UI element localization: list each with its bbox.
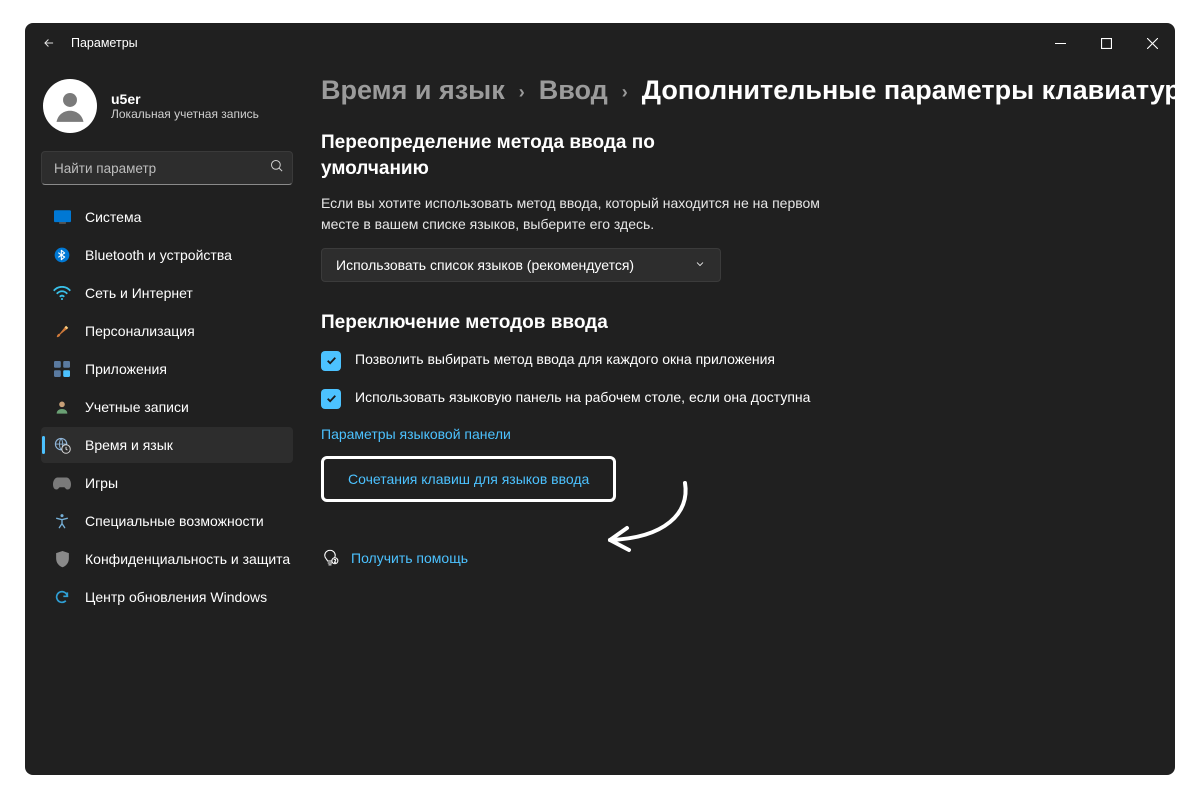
- globe-clock-icon: [53, 436, 71, 454]
- sidebar-item-system[interactable]: Система: [41, 199, 293, 235]
- user-subtitle: Локальная учетная запись: [111, 107, 259, 121]
- sidebar-item-label: Время и язык: [85, 437, 173, 453]
- arrow-left-icon: [42, 36, 56, 50]
- breadcrumb: Время и язык › Ввод › Дополнительные пар…: [321, 75, 1155, 106]
- checkbox-checked-icon[interactable]: [321, 351, 341, 371]
- section-title-override: Переопределение метода ввода по умолчани…: [321, 130, 681, 181]
- search-input[interactable]: [54, 161, 269, 176]
- user-block[interactable]: u5er Локальная учетная запись: [41, 79, 293, 133]
- close-icon: [1147, 38, 1158, 49]
- dropdown-value: Использовать список языков (рекомендуетс…: [336, 257, 634, 273]
- sidebar-item-label: Игры: [85, 475, 118, 491]
- chevron-down-icon: [694, 257, 706, 273]
- get-help-link[interactable]: Получить помощь: [351, 550, 468, 566]
- sidebar-item-label: Учетные записи: [85, 399, 189, 415]
- maximize-button[interactable]: [1083, 23, 1129, 63]
- sidebar-item-label: Приложения: [85, 361, 167, 377]
- update-icon: [53, 588, 71, 606]
- sidebar-item-privacy[interactable]: Конфиденциальность и защита: [41, 541, 293, 577]
- checkbox-label: Использовать языковую панель на рабочем …: [355, 388, 810, 408]
- chevron-right-icon: ›: [622, 82, 628, 103]
- breadcrumb-time-language[interactable]: Время и язык: [321, 75, 505, 106]
- link-hotkeys-highlighted[interactable]: Сочетания клавиш для языков ввода: [321, 456, 616, 502]
- display-icon: [53, 208, 71, 226]
- close-button[interactable]: [1129, 23, 1175, 63]
- avatar: [43, 79, 97, 133]
- chevron-right-icon: ›: [519, 82, 525, 103]
- sidebar-item-label: Персонализация: [85, 323, 195, 339]
- search-icon: [269, 158, 284, 178]
- title-bar: Параметры: [25, 23, 1175, 63]
- sidebar-item-time-language[interactable]: Время и язык: [41, 427, 293, 463]
- input-method-dropdown[interactable]: Использовать список языков (рекомендуетс…: [321, 248, 721, 282]
- get-help-row[interactable]: Получить помощь: [321, 548, 1155, 569]
- person-icon: [53, 398, 71, 416]
- checkbox-label: Позволить выбирать метод ввода для каждо…: [355, 350, 775, 370]
- breadcrumb-input[interactable]: Ввод: [539, 75, 608, 106]
- sidebar-item-personalization[interactable]: Персонализация: [41, 313, 293, 349]
- sidebar-item-label: Система: [85, 209, 141, 225]
- help-icon: [321, 548, 339, 569]
- sidebar-item-network[interactable]: Сеть и Интернет: [41, 275, 293, 311]
- shield-icon: [53, 550, 71, 568]
- user-name: u5er: [111, 91, 259, 107]
- sidebar-item-windows-update[interactable]: Центр обновления Windows: [41, 579, 293, 615]
- sidebar-item-accessibility[interactable]: Специальные возможности: [41, 503, 293, 539]
- sidebar-item-label: Bluetooth и устройства: [85, 247, 232, 263]
- minimize-button[interactable]: [1037, 23, 1083, 63]
- sidebar-item-gaming[interactable]: Игры: [41, 465, 293, 501]
- content-area: Время и язык › Ввод › Дополнительные пар…: [301, 63, 1175, 775]
- link-language-bar-options[interactable]: Параметры языковой панели: [321, 426, 1155, 442]
- window-title: Параметры: [71, 36, 138, 50]
- section-title-switching: Переключение методов ввода: [321, 312, 1155, 334]
- paintbrush-icon: [53, 322, 71, 340]
- sidebar: u5er Локальная учетная запись Система: [25, 63, 301, 775]
- user-icon: [51, 87, 89, 125]
- sidebar-item-label: Центр обновления Windows: [85, 589, 267, 605]
- sidebar-item-label: Сеть и Интернет: [85, 285, 193, 301]
- search-box[interactable]: [41, 151, 293, 185]
- apps-icon: [53, 360, 71, 378]
- sidebar-item-apps[interactable]: Приложения: [41, 351, 293, 387]
- minimize-icon: [1055, 38, 1066, 49]
- wifi-icon: [53, 284, 71, 302]
- breadcrumb-current: Дополнительные параметры клавиатуры: [642, 75, 1175, 106]
- section-hint: Если вы хотите использовать метод ввода,…: [321, 193, 841, 234]
- sidebar-item-bluetooth[interactable]: Bluetooth и устройства: [41, 237, 293, 273]
- accessibility-icon: [53, 512, 71, 530]
- bluetooth-icon: [53, 246, 71, 264]
- nav-list: Система Bluetooth и устройства Сеть и Ин…: [41, 199, 293, 615]
- checkbox-row-per-window[interactable]: Позволить выбирать метод ввода для каждо…: [321, 350, 841, 370]
- settings-window: Параметры u5er Локал: [25, 23, 1175, 775]
- sidebar-item-label: Специальные возможности: [85, 513, 264, 529]
- back-button[interactable]: [35, 29, 63, 57]
- sidebar-item-label: Конфиденциальность и защита: [85, 551, 290, 567]
- sidebar-item-accounts[interactable]: Учетные записи: [41, 389, 293, 425]
- checkbox-row-language-bar[interactable]: Использовать языковую панель на рабочем …: [321, 388, 841, 408]
- gamepad-icon: [53, 474, 71, 492]
- maximize-icon: [1101, 38, 1112, 49]
- checkbox-checked-icon[interactable]: [321, 389, 341, 409]
